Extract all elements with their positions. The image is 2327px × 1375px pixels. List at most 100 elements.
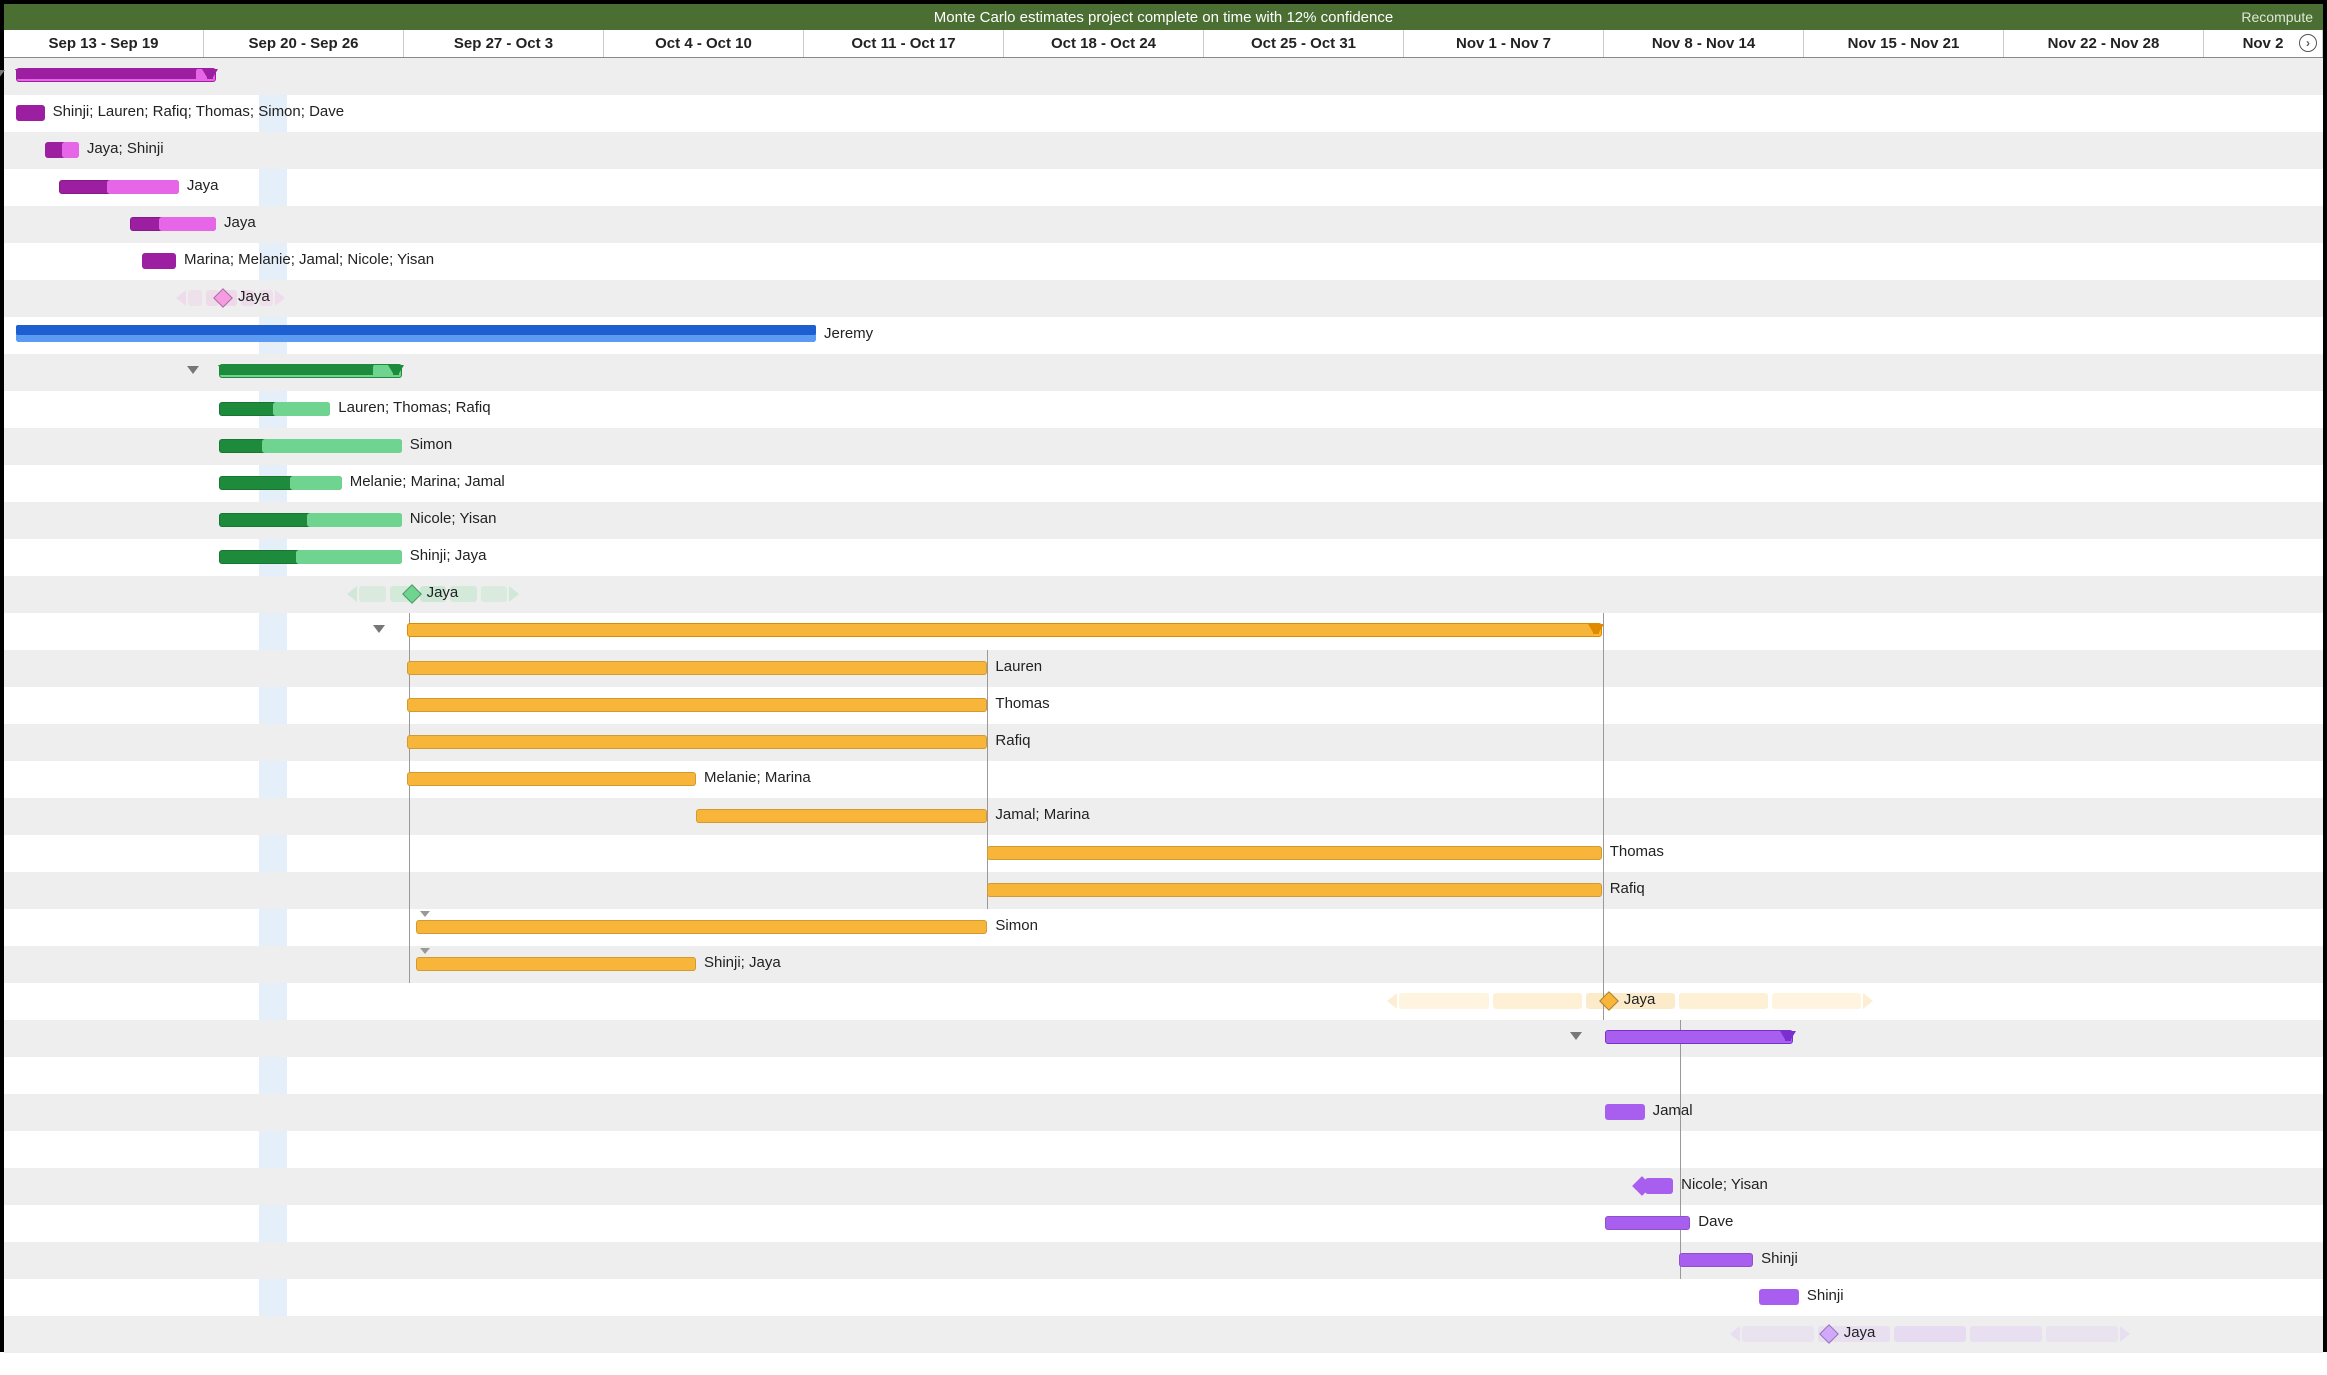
task-assignees: Thomas [995, 695, 1049, 712]
task-bar[interactable] [1605, 1104, 1645, 1120]
gantt-chart: Shinji; Lauren; Rafiq; Thomas; Simon; Da… [4, 58, 2323, 1348]
task-bar-remaining [262, 439, 402, 453]
gantt-row: Jaya [4, 1316, 2323, 1353]
gantt-row: Jaya [4, 280, 2323, 317]
task-assignees: Simon [410, 436, 453, 453]
timeline-column: Nov 22 - Nov 28 [2004, 30, 2204, 57]
task-bar[interactable] [987, 883, 1601, 897]
gantt-row: Jaya; Shinji [4, 132, 2323, 169]
gantt-row: Marina; Melanie; Jamal; Nicole; Yisan [4, 243, 2323, 280]
task-assignees: Marina; Melanie; Jamal; Nicole; Yisan [184, 251, 434, 268]
task-bar[interactable] [142, 253, 176, 269]
task-assignees: Jaya [224, 214, 256, 231]
task-bar[interactable] [407, 698, 987, 712]
gantt-row: Lauren; Thomas; Rafiq [4, 391, 2323, 428]
task-assignees: Jaya [187, 177, 219, 194]
gantt-row: Nicole; Yisan [4, 1168, 2323, 1205]
gantt-row: Simon [4, 428, 2323, 465]
summary-end-cap [1593, 624, 1599, 634]
timeline-column: Nov 8 - Nov 14 [1604, 30, 1804, 57]
task-bar[interactable] [1679, 1253, 1753, 1267]
task-bar[interactable] [416, 957, 696, 971]
task-bar[interactable] [407, 735, 987, 749]
timeline-header: Sep 13 - Sep 19Sep 20 - Sep 26Sep 27 - O… [4, 30, 2323, 58]
gantt-row [4, 1020, 2323, 1057]
task-assignees: Rafiq [995, 732, 1030, 749]
banner-message: Monte Carlo estimates project complete o… [4, 9, 2323, 26]
collapse-toggle-icon[interactable] [187, 366, 199, 374]
task-assignees: Jeremy [824, 325, 873, 342]
task-bar[interactable] [696, 809, 987, 823]
gantt-row: Jamal; Marina [4, 798, 2323, 835]
milestone-label: Jaya [1844, 1324, 1876, 1341]
gantt-row: Thomas [4, 687, 2323, 724]
gantt-row: Lauren [4, 650, 2323, 687]
summary-progress [219, 365, 373, 375]
gantt-row: Simon [4, 909, 2323, 946]
summary-bar[interactable] [407, 623, 1601, 637]
task-bar[interactable] [1605, 1216, 1691, 1230]
task-assignees: Melanie; Marina [704, 769, 811, 786]
task-assignees: Melanie; Marina; Jamal [350, 473, 505, 490]
task-bar[interactable] [416, 920, 987, 934]
collapse-toggle-icon[interactable] [373, 625, 385, 633]
task-bar-overlay [16, 325, 816, 335]
timeline-column: Sep 13 - Sep 19 [4, 30, 204, 57]
gantt-row: Shinji [4, 1279, 2323, 1316]
collapse-toggle-icon[interactable] [0, 70, 5, 78]
summary-bar[interactable] [1605, 1030, 1794, 1044]
scroll-right-icon[interactable]: › [2299, 34, 2317, 52]
task-assignees: Lauren [995, 658, 1042, 675]
task-bar[interactable] [987, 846, 1601, 860]
gantt-row [4, 1057, 2323, 1094]
gantt-row: Jaya [4, 983, 2323, 1020]
summary-end-cap [393, 365, 399, 375]
dependency-line [1603, 613, 1604, 1020]
gantt-row: Rafiq [4, 872, 2323, 909]
task-bar-remaining [62, 142, 79, 158]
task-assignees: Shinji [1807, 1287, 1844, 1304]
dependency-arrow-icon [420, 948, 430, 954]
task-bar[interactable] [407, 772, 696, 786]
summary-end-cap [1785, 1031, 1791, 1041]
task-bar-remaining [296, 550, 402, 564]
task-assignees: Jamal; Marina [995, 806, 1089, 823]
task-bar-remaining [159, 217, 216, 231]
gantt-row: Jeremy [4, 317, 2323, 354]
gantt-row: Shinji [4, 1242, 2323, 1279]
collapse-toggle-icon[interactable] [1570, 1032, 1582, 1040]
gantt-row: Nicole; Yisan [4, 502, 2323, 539]
milestone-label: Jaya [238, 288, 270, 305]
dependency-line [987, 650, 988, 909]
gantt-row: Dave [4, 1205, 2323, 1242]
timeline-column: Oct 4 - Oct 10 [604, 30, 804, 57]
dependency-line [1680, 1020, 1681, 1279]
task-assignees: Shinji; Lauren; Rafiq; Thomas; Simon; Da… [53, 103, 345, 120]
gantt-row: Melanie; Marina [4, 761, 2323, 798]
task-bar-remaining [273, 402, 330, 416]
gantt-row: Jaya [4, 576, 2323, 613]
gantt-row [4, 1131, 2323, 1168]
gantt-row: Jamal [4, 1094, 2323, 1131]
task-bar[interactable] [407, 661, 987, 675]
recompute-button[interactable]: Recompute [2241, 9, 2313, 25]
task-assignees: Simon [995, 917, 1038, 934]
gantt-row: Melanie; Marina; Jamal [4, 465, 2323, 502]
task-assignees: Jamal [1653, 1102, 1693, 1119]
task-assignees: Lauren; Thomas; Rafiq [338, 399, 490, 416]
task-bar[interactable] [1759, 1289, 1799, 1305]
timeline-column: Sep 20 - Sep 26 [204, 30, 404, 57]
task-bar[interactable] [16, 105, 45, 121]
gantt-row: Shinji; Jaya [4, 946, 2323, 983]
uncertainty-range [1730, 1326, 2130, 1342]
gantt-row: Jaya [4, 206, 2323, 243]
status-banner: Monte Carlo estimates project complete o… [4, 4, 2323, 30]
task-assignees: Nicole; Yisan [410, 510, 497, 527]
task-bar-remaining [307, 513, 401, 527]
gantt-row: Shinji; Lauren; Rafiq; Thomas; Simon; Da… [4, 95, 2323, 132]
timeline-column: Sep 27 - Oct 3 [404, 30, 604, 57]
task-assignees: Dave [1698, 1213, 1733, 1230]
gantt-row [4, 354, 2323, 391]
timeline-column: Oct 25 - Oct 31 [1204, 30, 1404, 57]
task-bar-remaining [107, 180, 178, 194]
